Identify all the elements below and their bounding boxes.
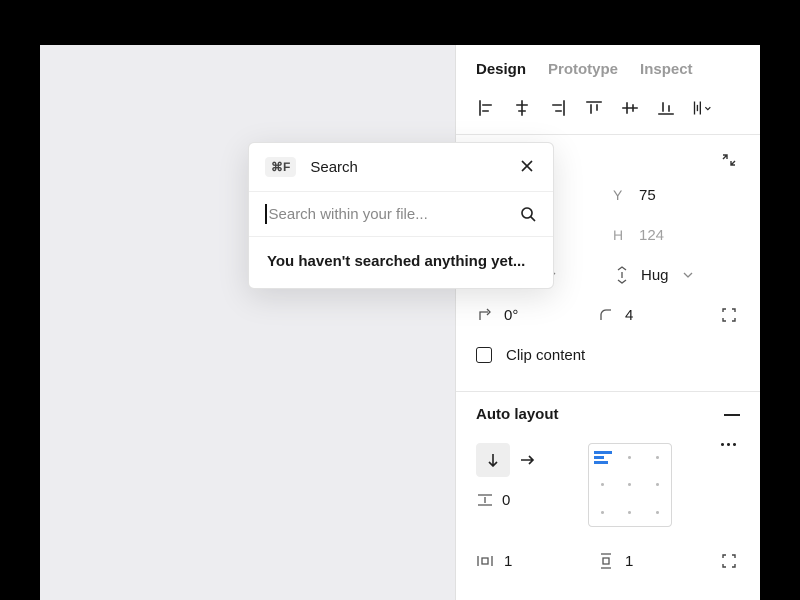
align-right-icon[interactable] [548,98,568,118]
tab-prototype[interactable]: Prototype [548,61,618,78]
h-value[interactable]: 124 [639,227,664,244]
tab-inspect[interactable]: Inspect [640,61,693,78]
autolayout-title: Auto layout [476,406,559,423]
align-bottom-icon[interactable] [656,98,676,118]
inspector-panel: Design Prototype Inspect [455,45,760,600]
autolayout-section: Auto layout [456,392,760,597]
search-popover: ⌘F Search You haven't searched anything … [248,142,554,289]
remove-autolayout-icon[interactable] [724,414,740,416]
text-cursor [265,204,267,224]
y-value[interactable]: 75 [639,187,656,204]
independent-padding-icon[interactable] [718,550,740,572]
canvas [40,45,455,600]
search-input[interactable] [269,206,520,223]
alignment-toolbar [456,92,760,134]
height-hug-value[interactable]: Hug [641,267,669,284]
align-hcenter-icon[interactable] [512,98,532,118]
tab-design[interactable]: Design [476,61,526,78]
corner-radius-icon [597,306,615,324]
align-top-icon[interactable] [584,98,604,118]
radius-value[interactable]: 4 [625,307,633,324]
search-shortcut: ⌘F [265,157,296,177]
h-label: H [613,227,629,243]
direction-vertical-button[interactable] [476,443,510,477]
rotation-icon [476,306,494,324]
y-label: Y [613,187,629,203]
clip-content-label: Clip content [506,347,585,364]
rotation-value[interactable]: 0° [504,307,518,324]
align-left-icon[interactable] [476,98,496,118]
padding-horizontal-icon [476,552,494,570]
close-icon[interactable] [519,158,537,176]
padding-row: 1 1 [476,541,740,581]
align-vcenter-icon[interactable] [620,98,640,118]
padding-vertical-icon [597,552,615,570]
search-popover-title: Search [310,159,519,176]
clip-content-row[interactable]: Clip content [476,335,740,375]
resize-to-fit-icon[interactable] [718,149,740,171]
distribute-dropdown-icon[interactable] [692,98,712,118]
panel-tabs: Design Prototype Inspect [456,45,760,92]
clip-content-checkbox[interactable] [476,347,492,363]
autolayout-advanced-icon[interactable] [716,443,740,446]
independent-corners-icon[interactable] [718,304,740,326]
item-spacing-value[interactable]: 0 [502,492,510,509]
chevron-down-icon[interactable] [679,266,697,284]
search-empty-state: You haven't searched anything yet... [267,253,535,270]
padding-vertical-value[interactable]: 1 [625,553,633,570]
direction-horizontal-button[interactable] [510,443,544,477]
item-spacing-icon [476,491,494,509]
alignment-grid[interactable] [588,443,672,527]
padding-horizontal-value[interactable]: 1 [504,553,512,570]
hug-vertical-icon [613,266,631,284]
rotation-radius-row: 0° 4 [476,295,740,335]
search-icon[interactable] [519,205,537,223]
